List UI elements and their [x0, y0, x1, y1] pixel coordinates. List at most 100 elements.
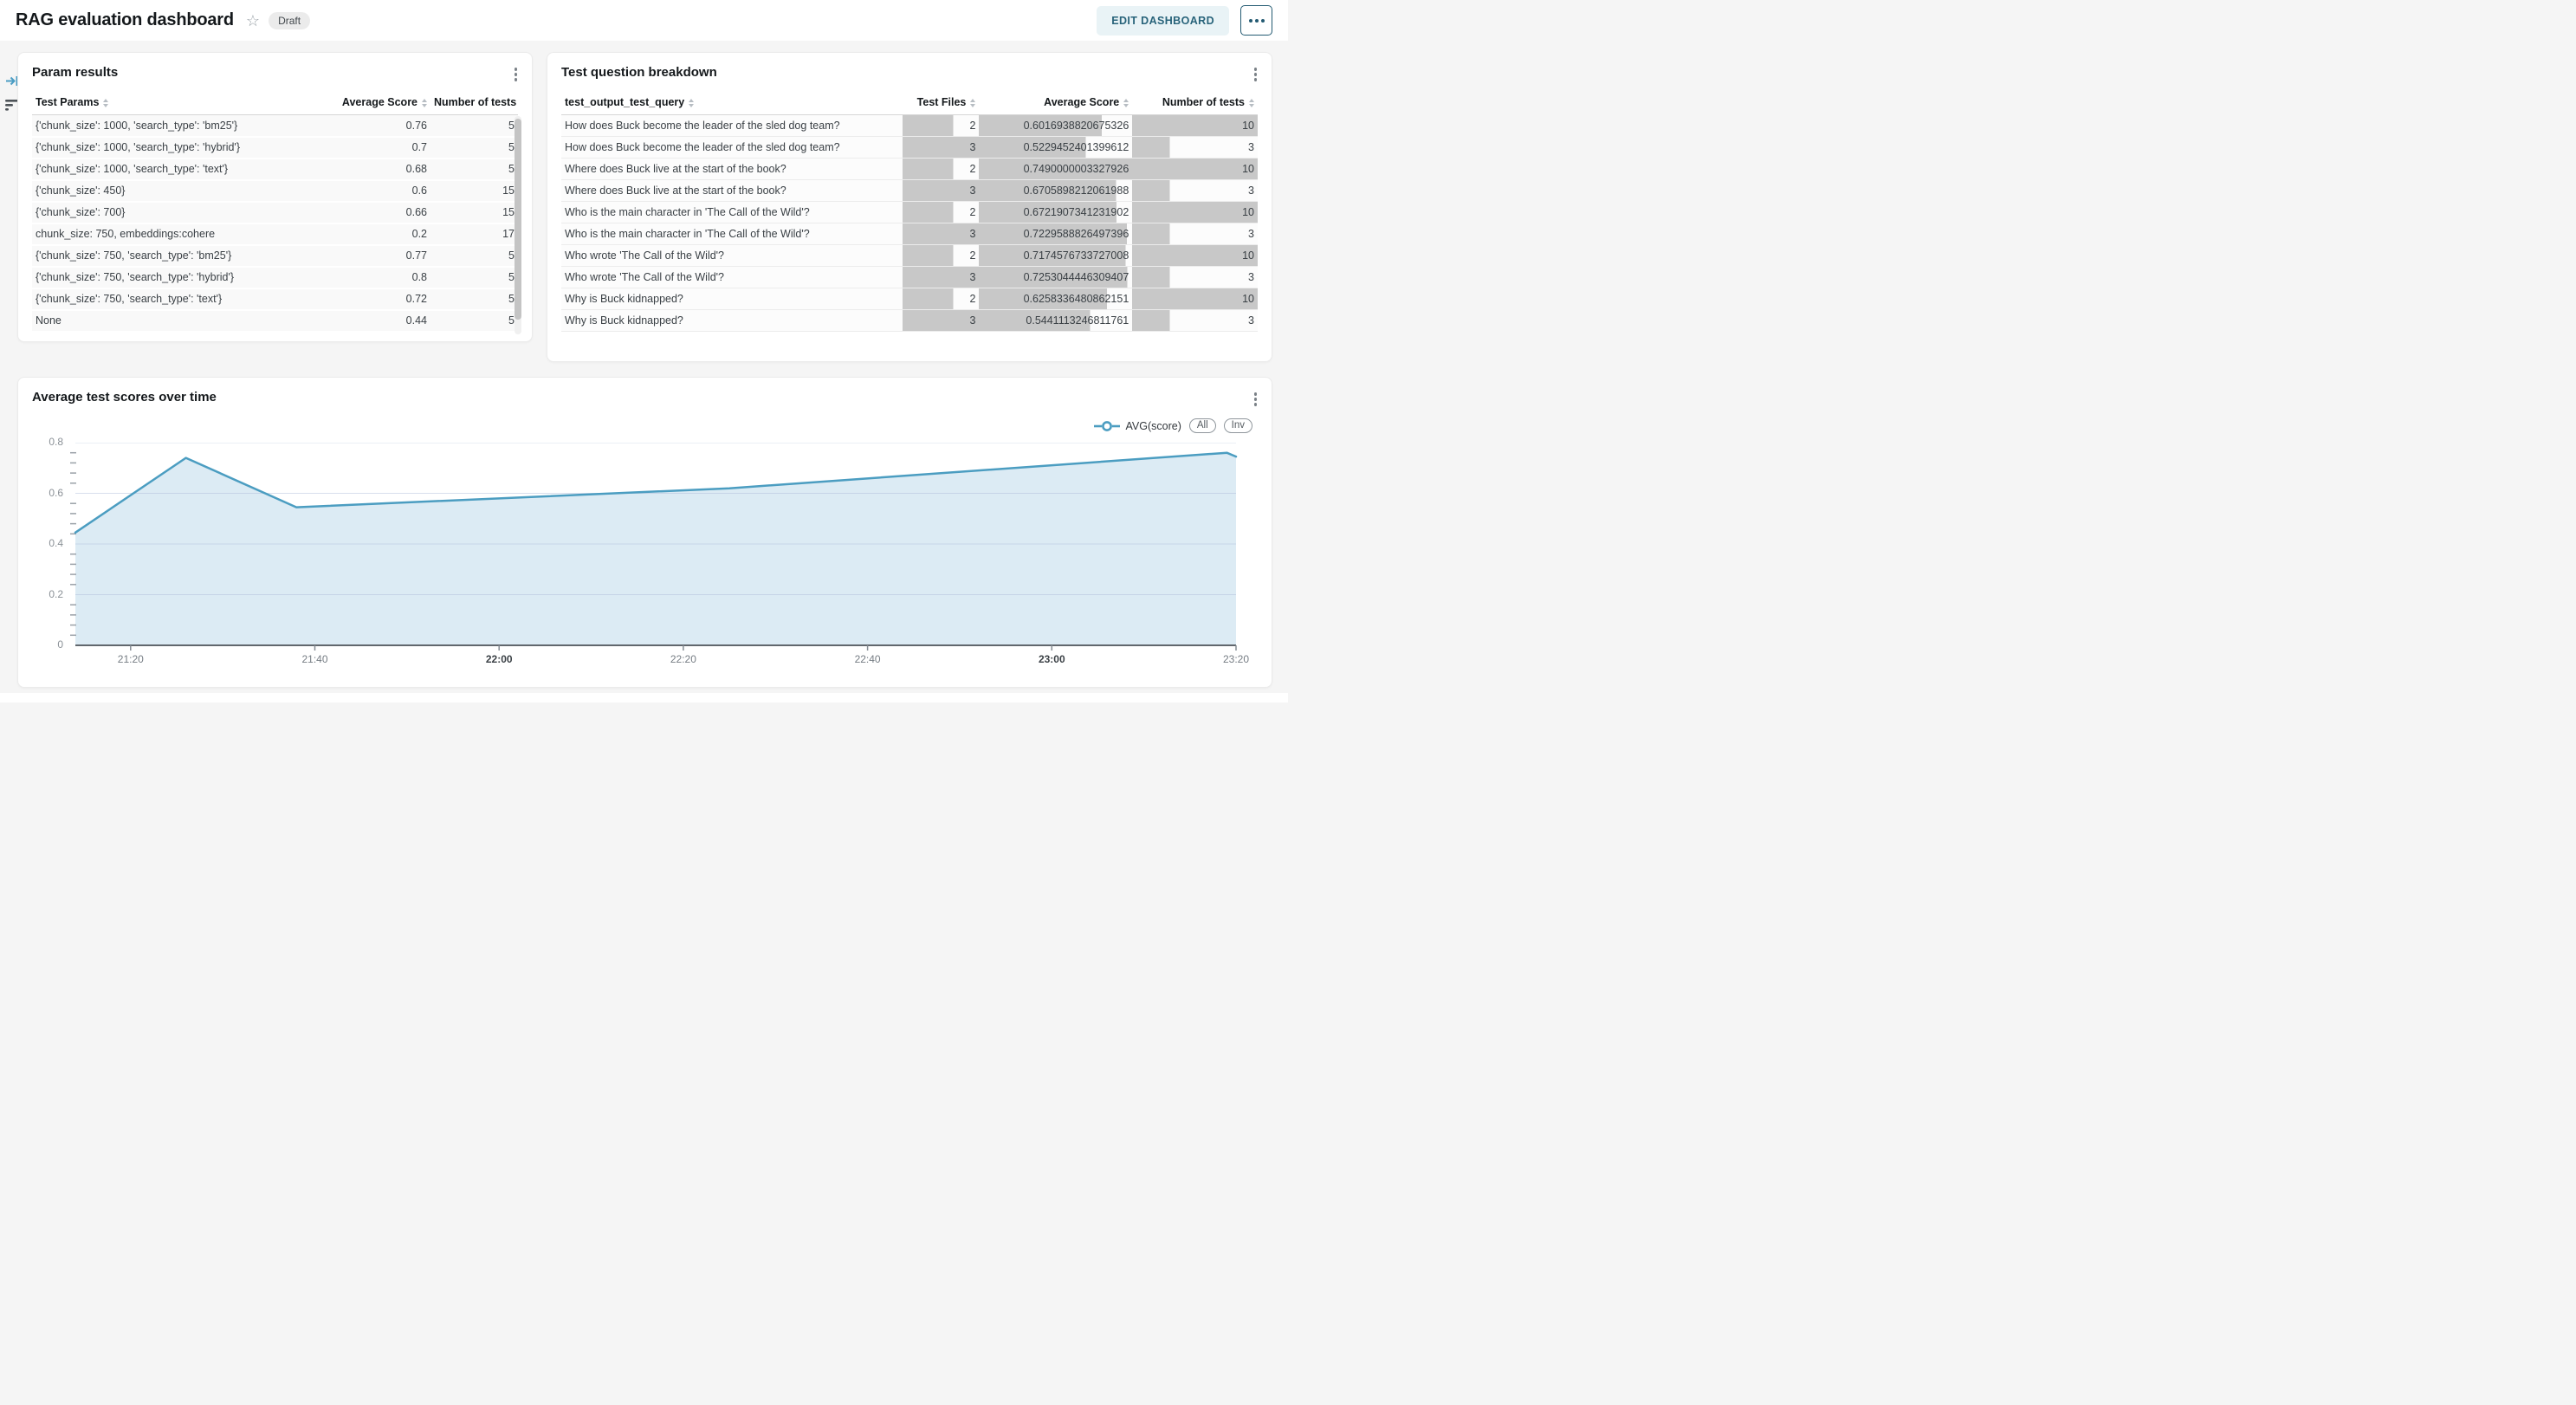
- avg-score-cell: 0.6721907341231902: [979, 202, 1132, 223]
- test-files-cell: 3: [903, 267, 979, 288]
- line-series-icon: [1094, 420, 1120, 432]
- column-header-number-of-tests[interactable]: Number of tests: [430, 90, 518, 115]
- panel-menu-icon[interactable]: [1252, 390, 1260, 409]
- test-files-cell: 2: [903, 245, 979, 267]
- avg-score-cell: 0.6258336480862151: [979, 288, 1132, 310]
- avg-score-cell: 0.6016938820675326: [979, 115, 1132, 137]
- column-header-query[interactable]: test_output_test_query: [561, 90, 903, 115]
- query-cell: Who wrote 'The Call of the Wild'?: [561, 267, 903, 288]
- param-results-tbody: {'chunk_size': 1000, 'search_type': 'bm2…: [32, 115, 518, 332]
- table-row: {'chunk_size': 700}0.6615: [32, 202, 518, 223]
- x-axis-label: 23:20: [1208, 653, 1264, 665]
- x-axis-label: 22:00: [471, 653, 527, 665]
- legend-inverse-button[interactable]: Inv: [1224, 418, 1252, 433]
- test-files-cell: 2: [903, 115, 979, 137]
- test-files-cell: 2: [903, 288, 979, 310]
- favorite-star-icon[interactable]: ☆: [246, 13, 260, 29]
- num-tests-cell: 3: [1132, 180, 1258, 202]
- y-axis-label: 0: [22, 638, 63, 651]
- ellipsis-icon: [1249, 19, 1252, 23]
- query-cell: Who wrote 'The Call of the Wild'?: [561, 245, 903, 267]
- query-cell: Why is Buck kidnapped?: [561, 288, 903, 310]
- num-tests-cell: 15: [430, 202, 518, 223]
- sort-icon: [689, 99, 694, 107]
- table-row: {'chunk_size': 1000, 'search_type': 'hyb…: [32, 137, 518, 159]
- column-header-number-of-tests[interactable]: Number of tests: [1132, 90, 1258, 115]
- sort-icon: [970, 99, 975, 107]
- column-header-average-score[interactable]: Average Score: [979, 90, 1132, 115]
- query-cell: Who is the main character in 'The Call o…: [561, 223, 903, 245]
- legend-all-button[interactable]: All: [1189, 418, 1216, 433]
- legend-label: AVG(score): [1126, 420, 1181, 432]
- num-tests-cell: 5: [430, 137, 518, 159]
- test-files-cell: 3: [903, 310, 979, 332]
- num-tests-cell: 10: [1132, 288, 1258, 310]
- column-header-test-files[interactable]: Test Files: [903, 90, 979, 115]
- num-tests-cell: 5: [430, 115, 518, 137]
- legend-item-avg-score[interactable]: AVG(score): [1094, 420, 1181, 432]
- panel-title: Test question breakdown: [547, 53, 1272, 80]
- y-axis-label: 0.8: [22, 436, 63, 448]
- question-breakdown-panel: Test question breakdown test_output_test…: [547, 52, 1272, 362]
- avg-score-cell: 0.6705898212061988: [979, 180, 1132, 202]
- column-header-average-score[interactable]: Average Score: [309, 90, 430, 115]
- sort-icon: [103, 99, 108, 107]
- num-tests-cell: 3: [1132, 137, 1258, 159]
- question-breakdown-table: test_output_test_query Test Files Averag…: [561, 90, 1258, 332]
- x-axis-label: 21:40: [288, 653, 343, 665]
- top-bar: RAG evaluation dashboard ☆ Draft EDIT DA…: [0, 0, 1288, 41]
- avg-score-cell: 0.5229452401399612: [979, 137, 1132, 159]
- avg-score-cell: 0.5441113246811761: [979, 310, 1132, 332]
- param-cell: {'chunk_size': 1000, 'search_type': 'tex…: [32, 159, 309, 180]
- table-row: {'chunk_size': 750, 'search_type': 'text…: [32, 288, 518, 310]
- table-row: chunk_size: 750, embeddings:cohere0.217: [32, 223, 518, 245]
- param-cell: {'chunk_size': 450}: [32, 180, 309, 202]
- query-cell: Where does Buck live at the start of the…: [561, 180, 903, 202]
- test-files-cell: 2: [903, 159, 979, 180]
- param-cell: {'chunk_size': 750, 'search_type': 'hybr…: [32, 267, 309, 288]
- x-axis-label: 22:40: [840, 653, 896, 665]
- panel-menu-icon[interactable]: [512, 65, 521, 84]
- x-axis-label: 21:20: [103, 653, 159, 665]
- table-row: Who is the main character in 'The Call o…: [561, 202, 1258, 223]
- sort-icon: [1249, 99, 1254, 107]
- table-row: {'chunk_size': 1000, 'search_type': 'bm2…: [32, 115, 518, 137]
- num-tests-cell: 5: [430, 267, 518, 288]
- table-header-row: Test Params Average Score Number of test…: [32, 90, 518, 115]
- y-axis-label: 0.4: [22, 537, 63, 549]
- table-row: Why is Buck kidnapped?20.625833648086215…: [561, 288, 1258, 310]
- param-cell: chunk_size: 750, embeddings:cohere: [32, 223, 309, 245]
- num-tests-cell: 3: [1132, 310, 1258, 332]
- num-tests-cell: 10: [1132, 115, 1258, 137]
- avg-score-cell: 0.44: [309, 310, 430, 332]
- panel-title: Param results: [18, 53, 532, 80]
- avg-score-cell: 0.7490000003327926: [979, 159, 1132, 180]
- param-cell: {'chunk_size': 750, 'search_type': 'text…: [32, 288, 309, 310]
- y-axis-label: 0.2: [22, 588, 63, 600]
- avg-score-cell: 0.6: [309, 180, 430, 202]
- avg-score-cell: 0.8: [309, 267, 430, 288]
- x-axis-label: 22:20: [656, 653, 711, 665]
- query-cell: Why is Buck kidnapped?: [561, 310, 903, 332]
- scores-line-chart[interactable]: [68, 443, 1239, 654]
- more-options-button[interactable]: [1240, 5, 1272, 36]
- status-badge: Draft: [269, 12, 310, 29]
- avg-score-cell: 0.76: [309, 115, 430, 137]
- column-header-test-params[interactable]: Test Params: [32, 90, 309, 115]
- num-tests-cell: 10: [1132, 202, 1258, 223]
- param-results-panel: Param results Test Params Average Score …: [17, 52, 533, 342]
- avg-score-cell: 0.7174576733727008: [979, 245, 1132, 267]
- table-row: {'chunk_size': 450}0.615: [32, 180, 518, 202]
- question-breakdown-tbody: How does Buck become the leader of the s…: [561, 115, 1258, 332]
- avg-score-cell: 0.77: [309, 245, 430, 267]
- avg-score-cell: 0.68: [309, 159, 430, 180]
- avg-score-cell: 0.66: [309, 202, 430, 223]
- avg-score-cell: 0.72: [309, 288, 430, 310]
- table-scrollbar-thumb[interactable]: [515, 119, 521, 320]
- panel-menu-icon[interactable]: [1252, 65, 1260, 84]
- edit-dashboard-button[interactable]: EDIT DASHBOARD: [1097, 6, 1229, 36]
- avg-score-cell: 0.7: [309, 137, 430, 159]
- panel-title: Average test scores over time: [18, 378, 1272, 405]
- query-cell: How does Buck become the leader of the s…: [561, 115, 903, 137]
- num-tests-cell: 17: [430, 223, 518, 245]
